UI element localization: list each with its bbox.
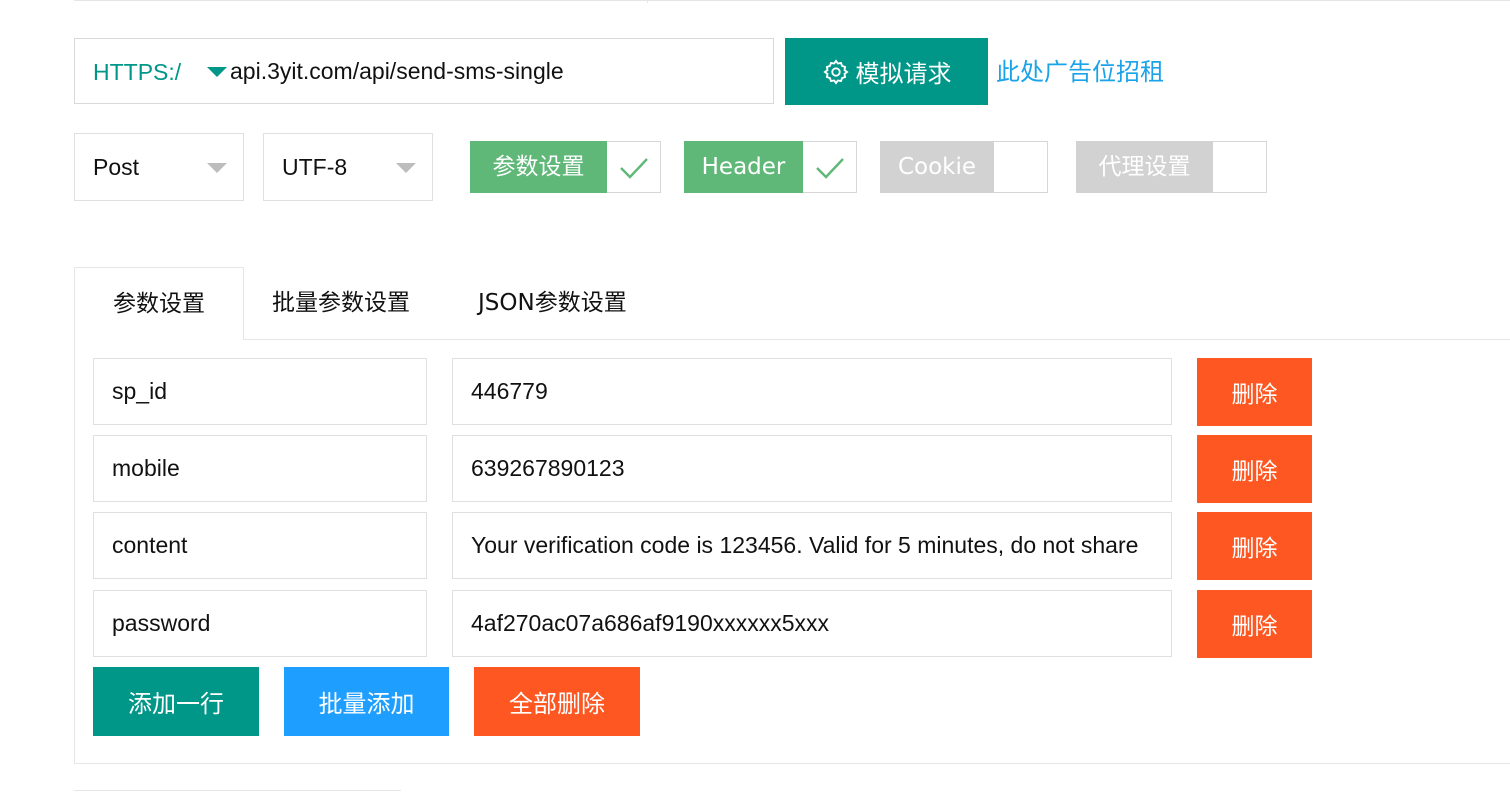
method-value: Post: [93, 154, 140, 180]
param-key-input[interactable]: [93, 435, 427, 502]
bottom-divider: [74, 790, 401, 791]
param-value-input[interactable]: [452, 358, 1172, 425]
check-icon: [620, 158, 648, 179]
tab-params[interactable]: 参数设置: [74, 267, 244, 340]
url-bar: HTTPS:/: [74, 38, 774, 104]
chevron-down-icon: [396, 163, 416, 173]
gear-icon: [822, 58, 849, 85]
delete-row-button[interactable]: 删除: [1197, 590, 1312, 658]
toggle-proxy[interactable]: 代理设置: [1076, 141, 1267, 193]
batch-add-button[interactable]: 批量添加: [284, 667, 449, 736]
toggle-cookie[interactable]: Cookie: [880, 141, 1048, 193]
delete-row-button[interactable]: 删除: [1197, 512, 1312, 580]
delete-row-button[interactable]: 删除: [1197, 358, 1312, 426]
toggle-header[interactable]: Header: [684, 141, 857, 193]
tab-batch-params[interactable]: 批量参数设置: [272, 267, 410, 340]
toggle-params-label: 参数设置: [470, 141, 607, 193]
param-key-input[interactable]: [93, 590, 427, 657]
check-icon: [816, 158, 844, 179]
param-value-input[interactable]: [452, 512, 1172, 579]
url-input[interactable]: [230, 39, 760, 103]
param-value-input[interactable]: [452, 590, 1172, 657]
top-divider-tick: [647, 0, 648, 3]
top-divider: [74, 0, 1510, 1]
add-row-button[interactable]: 添加一行: [93, 667, 259, 736]
charset-value: UTF-8: [282, 154, 348, 180]
toggle-params[interactable]: 参数设置: [470, 141, 661, 193]
chevron-down-icon: [207, 163, 227, 173]
charset-select[interactable]: UTF-8: [263, 133, 433, 201]
param-key-input[interactable]: [93, 512, 427, 579]
protocol-select[interactable]: HTTPS:/: [93, 39, 181, 103]
ad-link[interactable]: 此处广告位招租: [996, 52, 1164, 87]
toggle-cookie-label: Cookie: [880, 141, 994, 193]
toggle-header-label: Header: [684, 141, 803, 193]
delete-row-button[interactable]: 删除: [1197, 435, 1312, 503]
method-select[interactable]: Post: [74, 133, 244, 201]
simulate-request-button[interactable]: 模拟请求: [785, 38, 988, 105]
chevron-down-icon[interactable]: [207, 67, 227, 77]
api-tester-page: HTTPS:/ 模拟请求 此处广告位招租 Post UTF-8 参数设置 Hea…: [0, 0, 1510, 792]
tab-json-params[interactable]: JSON参数设置: [478, 267, 627, 340]
simulate-request-label: 模拟请求: [855, 60, 952, 88]
toggle-proxy-label: 代理设置: [1076, 141, 1213, 193]
param-key-input[interactable]: [93, 358, 427, 425]
param-value-input[interactable]: [452, 435, 1172, 502]
delete-all-button[interactable]: 全部删除: [474, 667, 640, 736]
